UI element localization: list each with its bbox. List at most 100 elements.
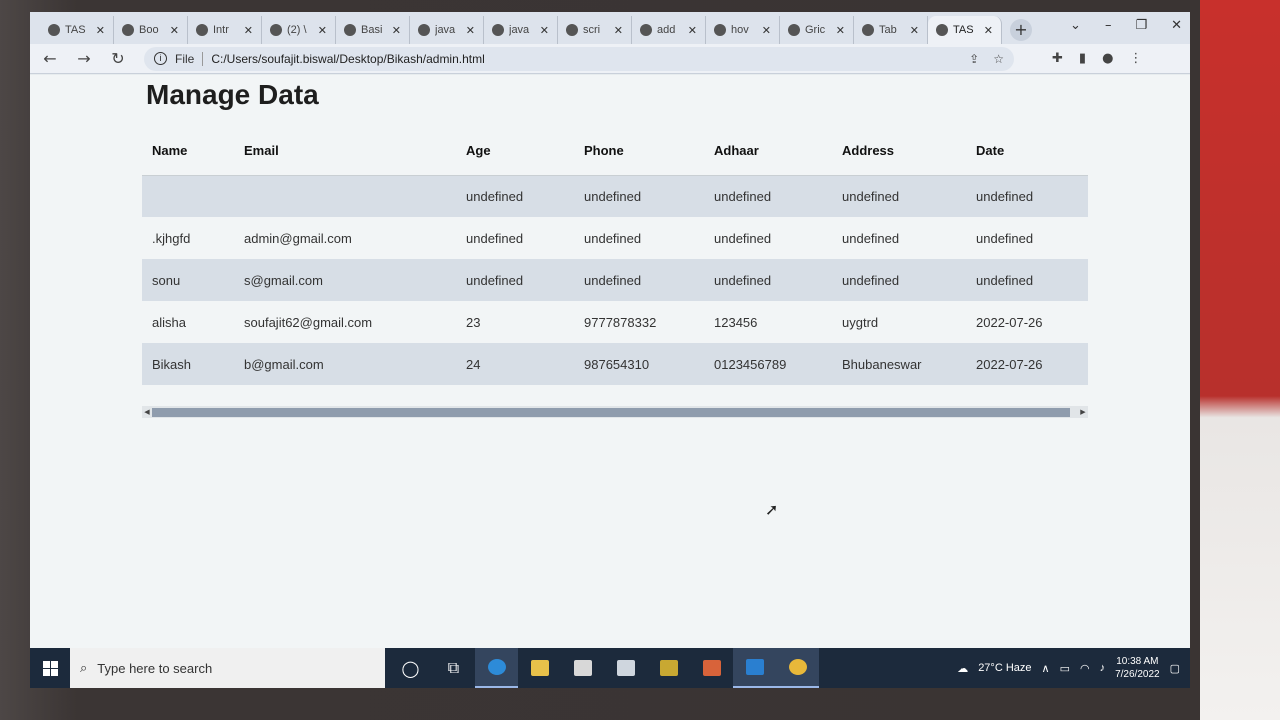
back-icon[interactable]: ← [42, 49, 58, 68]
close-tab-icon[interactable]: ✕ [836, 24, 845, 37]
menu-icon[interactable]: ⋮ [1129, 51, 1142, 66]
column-header-phone: Phone [574, 127, 704, 176]
minimize-icon[interactable]: – [1105, 18, 1112, 33]
task-view-icon[interactable]: ⧉ [432, 648, 475, 688]
address-bar[interactable]: i File C:/Users/soufajit.biswal/Desktop/… [144, 46, 1014, 71]
taskbar-apps: ◯ ⧉ [389, 648, 819, 688]
battery-icon[interactable]: ▭ [1060, 662, 1070, 675]
close-tab-icon[interactable]: ✕ [984, 24, 993, 37]
close-tab-icon[interactable]: ✕ [170, 24, 179, 37]
browser-tab[interactable]: add ✕ [632, 16, 706, 44]
start-button[interactable] [30, 648, 70, 688]
weather-icon: ☁ [957, 662, 969, 675]
bootstrap-icon [862, 24, 874, 36]
address-url[interactable]: C:/Users/soufajit.biswal/Desktop/Bikash/… [211, 52, 484, 66]
cell-adhaar: 123456 [714, 314, 758, 330]
close-tab-icon[interactable]: ✕ [540, 24, 549, 37]
scrollbar-thumb[interactable] [152, 407, 1070, 417]
extensions-icon[interactable]: ✚ [1052, 51, 1063, 66]
browser-tab[interactable]: Basi ✕ [336, 16, 410, 44]
github-icon [492, 24, 504, 36]
whatsapp-icon [270, 24, 282, 36]
browser-tab[interactable]: java ✕ [410, 16, 484, 44]
clock[interactable]: 10:38 AM 7/26/2022 [1115, 655, 1160, 681]
tray-expand-icon[interactable]: ∧ [1042, 662, 1050, 675]
cortana-icon[interactable]: ◯ [389, 648, 432, 688]
cell-phone: 9777878332 [584, 314, 657, 330]
info-icon[interactable]: i [154, 52, 167, 65]
scroll-left-icon[interactable]: ◀ [142, 408, 152, 416]
tab-title: Gric [805, 24, 826, 36]
browser-tab[interactable]: Intr ✕ [188, 16, 262, 44]
table-row: sonu s@gmail.com undefined undefined undefin… [142, 259, 1088, 301]
github-icon [418, 24, 430, 36]
close-window-icon[interactable]: ✕ [1171, 18, 1182, 33]
cell-date: 2022-07-26 [976, 314, 1043, 330]
close-tab-icon[interactable]: ✕ [688, 24, 697, 37]
browser-tab[interactable]: scri ✕ [558, 16, 632, 44]
close-tab-icon[interactable]: ✕ [96, 24, 105, 37]
tab-title: (2) \ [287, 24, 307, 36]
tab-title: Basi [361, 24, 383, 36]
cell-adhaar: undefined [704, 259, 832, 301]
scroll-right-icon[interactable]: ▶ [1078, 408, 1088, 416]
browser-tab[interactable]: Tab ✕ [854, 16, 928, 44]
forward-icon[interactable]: → [76, 49, 92, 68]
browser-tab[interactable]: Boo ✕ [114, 16, 188, 44]
page-title: Manage Data [146, 79, 319, 110]
cell-date: undefined [966, 175, 1088, 217]
vscode-icon[interactable] [733, 648, 776, 688]
close-tab-icon[interactable]: ✕ [392, 24, 401, 37]
notification-icon[interactable]: ▢ [1170, 662, 1180, 675]
new-tab-button[interactable]: + [1010, 19, 1032, 41]
tab-title: scri [583, 24, 601, 36]
tab-search-icon[interactable]: ⌄ [1070, 18, 1081, 33]
clock-time: 10:38 AM [1116, 656, 1159, 667]
weather-text[interactable]: 27°C Haze [978, 662, 1031, 674]
search-icon: ⌕ [80, 660, 88, 675]
file-explorer-icon[interactable] [518, 648, 561, 688]
browser-tab[interactable]: TAS ✕ [928, 16, 1002, 44]
browser-tab[interactable]: Gric ✕ [780, 16, 854, 44]
cell-email: s@gmail.com [234, 259, 456, 301]
browser-tab[interactable]: java ✕ [484, 16, 558, 44]
wifi-icon[interactable]: ◠ [1080, 662, 1090, 675]
close-tab-icon[interactable]: ✕ [614, 24, 623, 37]
browser-tab[interactable]: TAS ✕ [40, 16, 114, 44]
tab-title: Tab [879, 24, 897, 36]
restore-icon[interactable]: ❐ [1135, 18, 1147, 33]
chrome-icon[interactable] [776, 648, 819, 688]
side-panel-icon[interactable]: ▮ [1079, 51, 1086, 66]
cell-date: undefined [966, 259, 1088, 301]
reload-icon[interactable]: ↻ [110, 49, 126, 68]
xampp-icon[interactable] [690, 648, 733, 688]
table-header-row: Name Email Age Phone Adhaar Address Date [142, 127, 1088, 176]
close-tab-icon[interactable]: ✕ [466, 24, 475, 37]
edge-icon[interactable] [475, 648, 518, 688]
taskbar-search-placeholder: Type here to search [97, 660, 213, 676]
close-tab-icon[interactable]: ✕ [910, 24, 919, 37]
window-controls: ⌄ – ❐ ✕ [1070, 18, 1182, 33]
close-tab-icon[interactable]: ✕ [762, 24, 771, 37]
store-icon[interactable] [561, 648, 604, 688]
share-icon[interactable]: ⇪ [969, 52, 979, 66]
cell-age: undefined [456, 175, 574, 217]
close-tab-icon[interactable]: ✕ [318, 24, 327, 37]
address-scheme: File [175, 51, 204, 66]
sticky-app-icon[interactable] [647, 648, 690, 688]
browser-tab[interactable]: hov ✕ [706, 16, 780, 44]
tab-strip: TAS ✕ Boo ✕ Intr ✕ (2) \ ✕ Basi ✕ java ✕ java ✕ scri ✕ a… [30, 12, 1190, 44]
browser-tab[interactable]: (2) \ ✕ [262, 16, 336, 44]
cell-address: undefined [832, 175, 966, 217]
horizontal-scrollbar[interactable]: ◀ ▶ [142, 406, 1088, 418]
tab-title: java [509, 24, 530, 36]
globe-icon [344, 24, 356, 36]
volume-icon[interactable]: ♪ [1100, 662, 1106, 674]
taskbar-search-box[interactable]: ⌕ Type here to search [70, 648, 385, 688]
profile-icon[interactable]: ● [1102, 51, 1113, 66]
bookmark-star-icon[interactable]: ☆ [993, 52, 1004, 66]
mail-icon[interactable] [604, 648, 647, 688]
close-tab-icon[interactable]: ✕ [244, 24, 253, 37]
tab-title: TAS [953, 24, 974, 36]
cell-date: 2022-07-26 [966, 343, 1088, 385]
